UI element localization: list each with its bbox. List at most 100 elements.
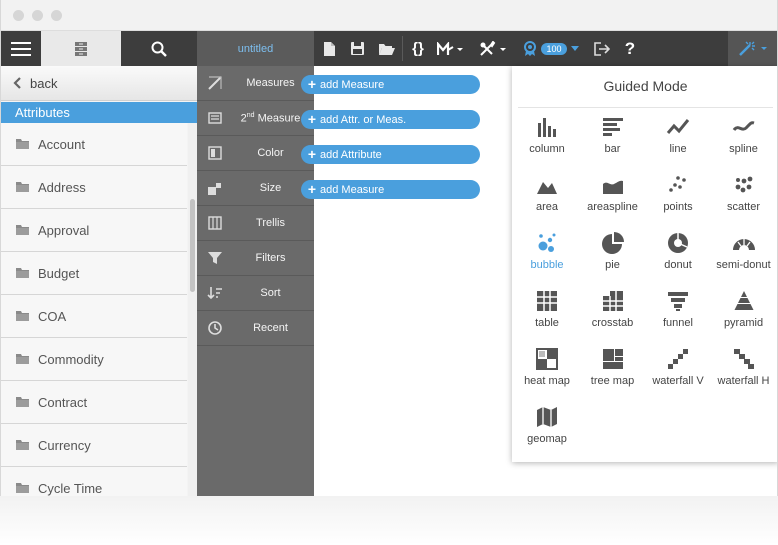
chart-type-scatter[interactable]: scatter	[711, 168, 777, 226]
chart-type-label: donut	[664, 259, 692, 271]
attribute-label: Address	[38, 179, 86, 195]
attribute-item[interactable]: Approval	[1, 209, 187, 252]
attribute-item[interactable]: Budget	[1, 252, 187, 295]
chart-type-bar[interactable]: bar	[580, 110, 646, 168]
hamburger-icon	[11, 41, 31, 56]
chart-type-waterfall-v[interactable]: waterfall V	[645, 342, 711, 400]
chevron-left-icon	[13, 77, 21, 89]
semi-donut-chart-icon	[732, 239, 755, 250]
line-chart-icon	[666, 119, 690, 134]
chart-type-bubble[interactable]: bubble	[514, 226, 580, 284]
attribute-item[interactable]: Address	[1, 166, 187, 209]
chart-type-label: spline	[729, 143, 758, 155]
attribute-item[interactable]: Contract	[1, 381, 187, 424]
chart-type-label: scatter	[726, 201, 760, 213]
chart-type-donut[interactable]: donut	[645, 226, 711, 284]
chart-type-label: bar	[604, 143, 621, 155]
new-document-button[interactable]	[319, 31, 339, 66]
plus-icon: +	[307, 76, 317, 92]
measure-ruler-icon	[208, 76, 222, 90]
attributes-scrollbar-thumb[interactable]	[190, 199, 195, 292]
attributes-list: Account Address Approval Budget COA Commodity…	[1, 123, 187, 496]
chart-type-area[interactable]: area	[514, 168, 580, 226]
attribute-label: Approval	[38, 222, 90, 238]
color-swatch-icon	[208, 146, 222, 160]
chart-type-areaspline[interactable]: areaspline	[580, 168, 646, 226]
chart-type-tree-map[interactable]: tree map	[580, 342, 646, 400]
chart-type-label: areaspline	[587, 201, 638, 213]
save-icon	[350, 42, 364, 55]
back-button[interactable]: back	[1, 66, 197, 101]
export-button[interactable]	[591, 31, 613, 66]
area-chart-icon	[537, 182, 557, 194]
recent-tab[interactable]: Recent	[197, 311, 314, 346]
attributes-scrollbar-track[interactable]	[188, 123, 197, 496]
attribute-item[interactable]: Commodity	[1, 338, 187, 381]
color-drop-target[interactable]: + add Attribute	[301, 145, 480, 164]
folder-icon	[16, 354, 29, 364]
save-button[interactable]	[347, 31, 367, 66]
measures-drop-target[interactable]: + add Measure	[301, 75, 480, 94]
chart-type-line[interactable]: line	[645, 110, 711, 168]
chart-type-heat-map[interactable]: heat map	[514, 342, 580, 400]
waterfall-h-chart-icon	[733, 349, 754, 369]
window-close-dot[interactable]	[13, 10, 24, 21]
attributes-panel: back Attributes Account Address Approval Bu…	[1, 66, 197, 496]
tools-dropdown[interactable]	[475, 31, 511, 66]
sort-tab[interactable]: Sort	[197, 276, 314, 311]
spline-chart-icon	[732, 121, 754, 131]
notification-count-badge: 100	[541, 42, 567, 55]
encoding-panel: Measures 2nd Measure Color Size Trellis Filte…	[197, 66, 314, 496]
attribute-label: Currency	[38, 437, 91, 453]
areaspline-chart-icon	[602, 180, 623, 194]
chart-type-semi-donut[interactable]: semi-donut	[711, 226, 777, 284]
attribute-item[interactable]: COA	[1, 295, 187, 338]
window-zoom-dot[interactable]	[51, 10, 62, 21]
scatter-chart-icon	[735, 176, 752, 193]
chart-type-crosstab[interactable]: crosstab	[580, 284, 646, 342]
chart-type-spline[interactable]: spline	[711, 110, 777, 168]
window-minimize-dot[interactable]	[32, 10, 43, 21]
second-measure-drop-target[interactable]: + add Attr. or Meas.	[301, 110, 480, 129]
chart-type-funnel[interactable]: funnel	[645, 284, 711, 342]
measures-tab[interactable]: Measures	[197, 66, 314, 101]
size-drop-target[interactable]: + add Measure	[301, 180, 480, 199]
chart-type-geomap[interactable]: geomap	[514, 400, 580, 458]
second-measure-icon	[208, 112, 222, 124]
document-title[interactable]: untitled	[197, 31, 314, 66]
code-view-button[interactable]: {}	[406, 31, 430, 66]
question-mark-icon: ?	[624, 38, 636, 58]
size-tab[interactable]: Size	[197, 171, 314, 206]
hamburger-menu-button[interactable]	[1, 31, 41, 66]
chart-type-table[interactable]: table	[514, 284, 580, 342]
folder-icon	[16, 225, 29, 235]
badge-dropdown[interactable]: 100	[519, 31, 583, 66]
new-file-icon	[323, 41, 335, 56]
filters-tab[interactable]: Filters	[197, 241, 314, 276]
chart-type-column[interactable]: column	[514, 110, 580, 168]
chart-type-pyramid[interactable]: pyramid	[711, 284, 777, 342]
attribute-item[interactable]: Currency	[1, 424, 187, 467]
chart-style-dropdown[interactable]	[433, 31, 467, 66]
search-button[interactable]	[121, 31, 197, 66]
help-button[interactable]: ?	[619, 31, 641, 66]
folder-icon	[16, 182, 29, 192]
tab-label-superscript: nd	[246, 111, 255, 119]
open-button[interactable]	[375, 31, 397, 66]
chart-type-label: waterfall V	[652, 375, 704, 387]
tree-map-chart-icon	[602, 349, 623, 369]
guided-mode-toggle[interactable]	[728, 31, 777, 66]
attribute-item[interactable]: Cycle Time	[1, 467, 187, 496]
chart-type-label: geomap	[527, 433, 567, 445]
chart-type-points[interactable]: points	[645, 168, 711, 226]
color-tab[interactable]: Color	[197, 136, 314, 171]
pill-label: add Measure	[320, 183, 385, 196]
chart-type-waterfall-h[interactable]: waterfall H	[711, 342, 777, 400]
tools-icon	[480, 40, 506, 56]
second-measure-tab[interactable]: 2nd Measure	[197, 101, 314, 136]
trellis-tab[interactable]: Trellis	[197, 206, 314, 241]
chart-type-pie[interactable]: pie	[580, 226, 646, 284]
export-icon	[594, 41, 610, 56]
attribute-item[interactable]: Account	[1, 123, 187, 166]
data-source-tab[interactable]	[41, 31, 121, 66]
